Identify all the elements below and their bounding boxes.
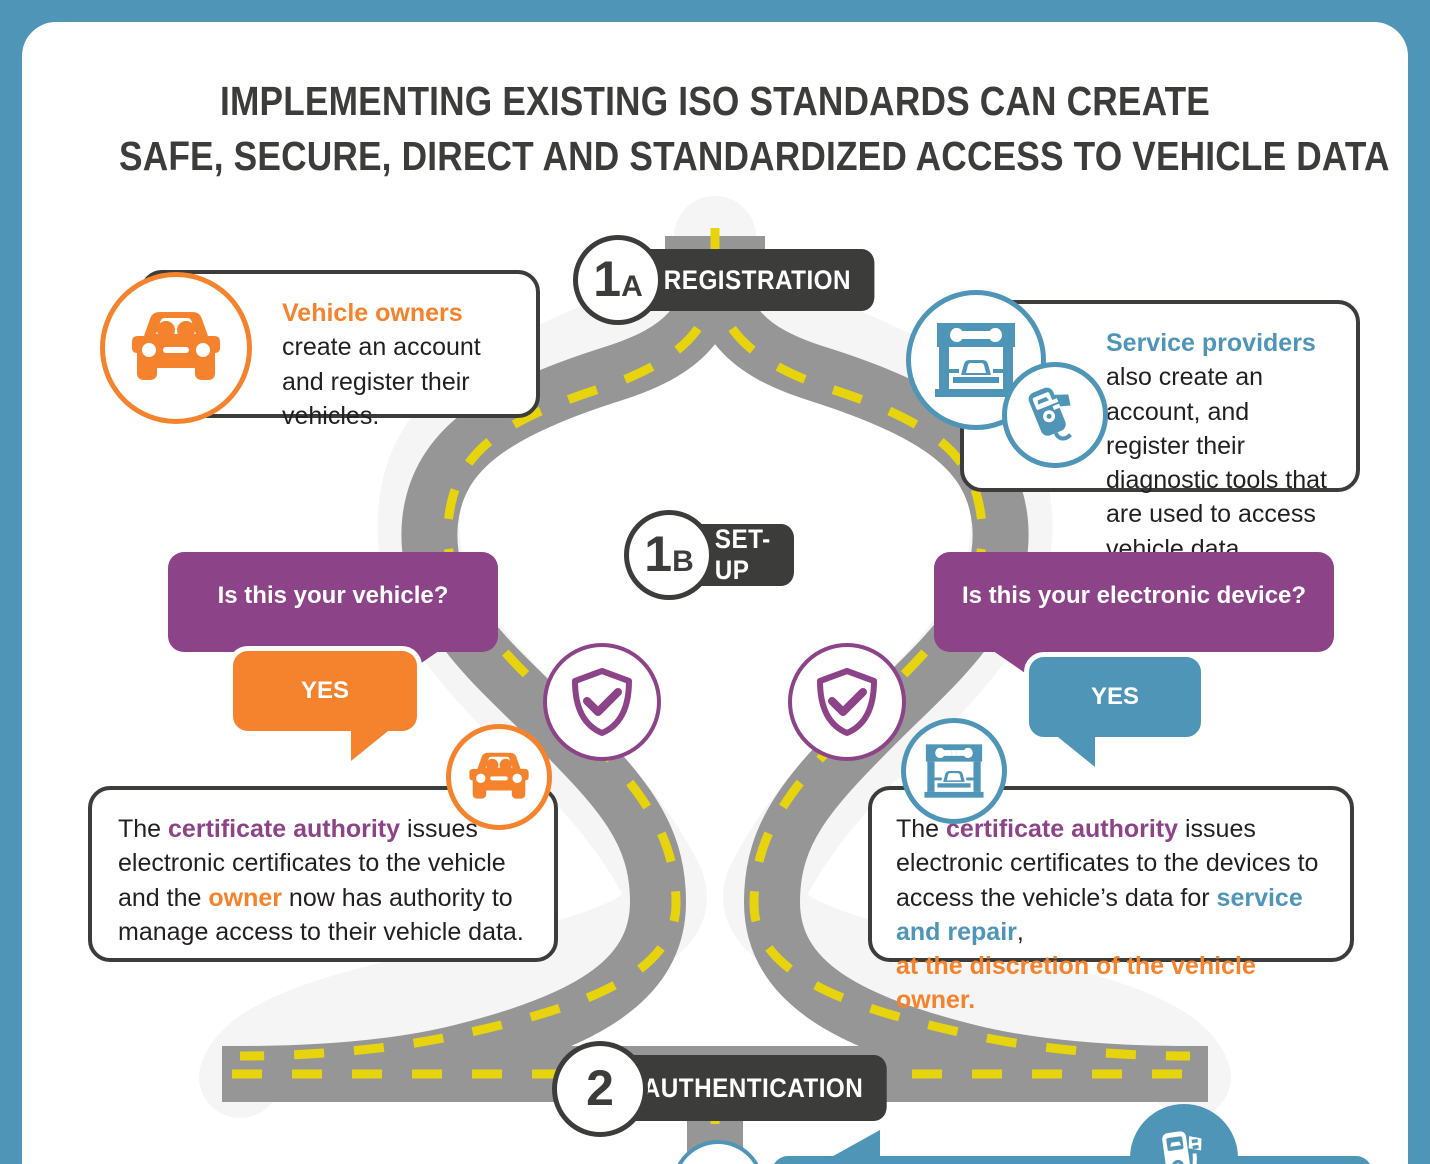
result-part: certificate authority <box>168 815 401 843</box>
step-1a-number: 1 <box>593 251 622 307</box>
setup-right-question: Is this your electronic device? <box>961 582 1307 609</box>
step-1a-circle: 1A <box>573 235 663 325</box>
bottom-blue-bubble <box>772 1130 1372 1164</box>
step-1a-sub: A <box>621 270 643 303</box>
setup-left-yes-label: YES <box>300 677 350 704</box>
garage-lift-icon <box>924 744 984 798</box>
diagnostic-tool-icon <box>1028 387 1072 441</box>
step-2-number: 2 <box>586 1060 614 1116</box>
step-1b-number: 1 <box>644 526 673 582</box>
car-front-icon <box>469 752 529 799</box>
registration-left-bold: Vehicle owners <box>282 299 463 327</box>
car-front-icon-circle <box>100 272 252 424</box>
registration-left-text: create an account and register their veh… <box>282 333 481 430</box>
step-1b-circle: 1B <box>624 510 714 600</box>
yes-bubble-tail <box>1053 733 1095 767</box>
garage-lift-small-circle <box>901 718 1007 824</box>
shield-check-left-circle <box>543 643 661 761</box>
shield-check-icon <box>817 668 877 736</box>
result-part: , <box>1016 917 1024 946</box>
car-front-small-circle <box>446 724 552 830</box>
diagnostic-tool-icon <box>1162 1131 1202 1164</box>
diagnostic-tool-icon-circle <box>1002 362 1108 468</box>
setup-left-question: Is this your vehicle? <box>217 582 449 609</box>
setup-left-question-bubble: Is this your vehicle? <box>168 552 498 686</box>
white-panel: IMPLEMENTING EXISTING ISO STANDARDS CAN … <box>22 22 1408 1164</box>
step-2-circle: 2 <box>552 1041 648 1137</box>
result-part: certificate authority <box>946 815 1179 843</box>
bottom-bubble-tail <box>826 1130 880 1160</box>
infographic-canvas: IMPLEMENTING EXISTING ISO STANDARDS CAN … <box>0 0 1430 1164</box>
garage-lift-icon <box>935 323 1017 397</box>
car-front-icon <box>132 312 220 380</box>
setup-left-yes-bubble[interactable]: YES <box>228 646 422 761</box>
result-part: owner <box>208 883 282 912</box>
setup-right-yes-label: YES <box>1090 683 1140 710</box>
setup-right-question-bubble: Is this your electronic device? <box>934 552 1334 686</box>
step-1b-sub: B <box>672 545 694 578</box>
registration-right-bold: Service providers <box>1106 329 1316 357</box>
yes-bubble-tail <box>351 727 393 761</box>
result-part: The <box>118 815 169 843</box>
setup-right-yes-bubble[interactable]: YES <box>1024 652 1206 767</box>
shield-check-icon <box>572 668 632 736</box>
shield-check-right-circle <box>788 643 906 761</box>
